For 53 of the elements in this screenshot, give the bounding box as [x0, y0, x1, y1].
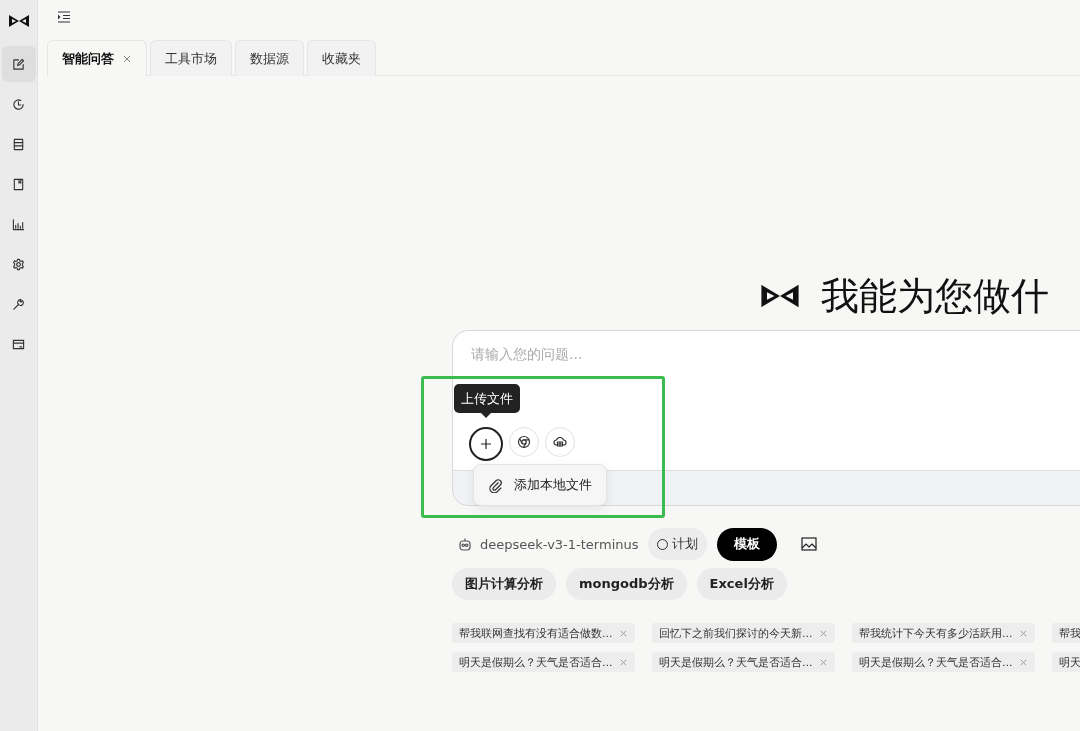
- wrench-icon: [12, 297, 25, 311]
- tab[interactable]: 智能问答: [47, 40, 147, 76]
- cloud-button[interactable]: [545, 427, 575, 457]
- history-label[interactable]: 明天是假期么？天气是否适合...: [859, 654, 1013, 670]
- logo-icon: [7, 14, 30, 28]
- history-label[interactable]: 明天: [1059, 654, 1080, 670]
- history-chip[interactable]: 帮我: [1052, 623, 1080, 643]
- prompt-chip[interactable]: Excel分析: [696, 568, 787, 600]
- template-button[interactable]: 模板: [716, 527, 777, 561]
- history-chip[interactable]: 明天是假期么？天气是否适合...: [452, 652, 635, 672]
- plus-icon: [479, 437, 493, 451]
- tooltip-pointer: [481, 413, 491, 418]
- card-icon: [12, 337, 25, 351]
- bar-chart-icon: [12, 217, 25, 231]
- history-chip[interactable]: 明天是假期么？天气是否适合...: [852, 652, 1035, 672]
- add-button[interactable]: [469, 427, 503, 461]
- history-label[interactable]: 明天是假期么？天气是否适合...: [659, 654, 813, 670]
- history-chip[interactable]: 明天: [1052, 652, 1080, 672]
- tab[interactable]: 工具市场: [150, 40, 232, 76]
- close-icon[interactable]: [122, 53, 132, 64]
- question-input[interactable]: 请输入您的问题...: [469, 345, 1073, 363]
- pen-square-icon: [12, 57, 25, 71]
- menu-icon[interactable]: [57, 11, 71, 23]
- sidebar-item[interactable]: [1, 46, 36, 82]
- image-icon[interactable]: [800, 537, 817, 551]
- logo-icon: [759, 283, 801, 309]
- clock-icon: [12, 97, 25, 111]
- prompt-chip[interactable]: mongodb分析: [566, 568, 687, 600]
- menu-item[interactable]: 添加本地文件: [478, 469, 602, 501]
- browser-icon: [517, 435, 531, 449]
- history-label[interactable]: 回忆下之前我们探讨的今天新...: [659, 625, 813, 641]
- history-label[interactable]: 帮我: [1059, 625, 1080, 641]
- tab[interactable]: 数据源: [235, 40, 304, 76]
- plan-toggle[interactable]: 计划: [647, 528, 707, 560]
- cloud-icon: [553, 435, 567, 449]
- history-label[interactable]: 明天是假期么？天气是否适合...: [459, 654, 613, 670]
- model-name[interactable]: deepseek-v3-1-terminus: [480, 536, 639, 552]
- paperclip-icon: [488, 477, 503, 493]
- headline: 我能为您做什: [821, 273, 1049, 319]
- history-chip[interactable]: 回忆下之前我们探讨的今天新...: [652, 623, 835, 643]
- browser-button[interactable]: [509, 427, 539, 457]
- prompt-chip[interactable]: 图片计算分析: [452, 568, 556, 600]
- history-chip[interactable]: 帮我联网查找有没有适合做数...: [452, 623, 635, 643]
- history-chip[interactable]: 明天是假期么？天气是否适合...: [652, 652, 835, 672]
- server-icon: [12, 137, 25, 151]
- history-label[interactable]: 帮我联网查找有没有适合做数...: [459, 625, 613, 641]
- tab[interactable]: 收藏夹: [307, 40, 376, 76]
- tooltip: 上传文件: [454, 384, 520, 413]
- book-icon: [12, 177, 25, 191]
- history-chip[interactable]: 帮我统计下今天有多少活跃用...: [852, 623, 1035, 643]
- history-label[interactable]: 帮我统计下今天有多少活跃用...: [859, 625, 1013, 641]
- gear-icon: [12, 257, 25, 271]
- robot-icon: [458, 537, 472, 551]
